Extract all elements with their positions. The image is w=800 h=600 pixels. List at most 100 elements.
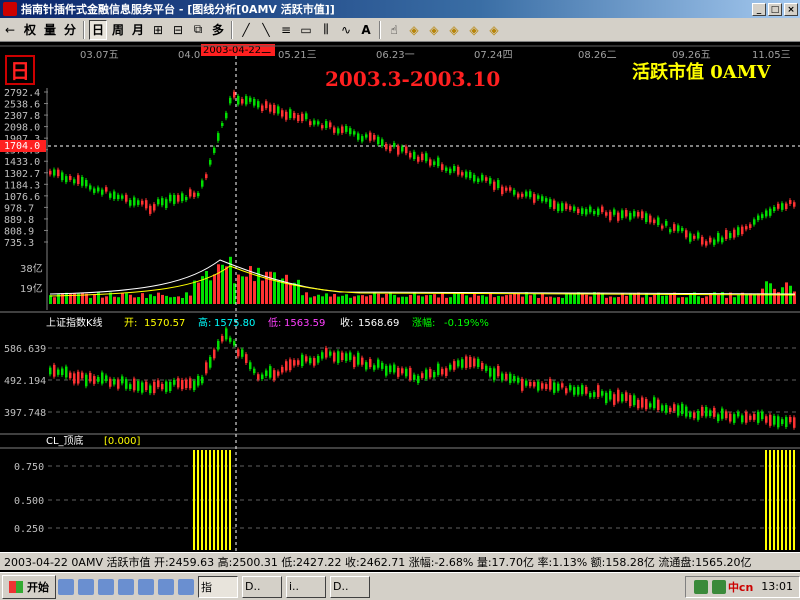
taskbar-item-3[interactable]: i.. [286,575,326,598]
ime-indicator[interactable]: 中cn [728,579,753,595]
index-candle [73,373,76,384]
tray-icon-2[interactable] [711,579,726,594]
split-window-icon[interactable]: ⊟ [169,20,187,40]
index-candle [289,359,292,371]
index-candle [473,358,476,367]
quicklaunch-icon-4[interactable] [118,578,134,595]
price-candle [89,185,92,190]
back-icon[interactable]: ← [1,20,19,40]
index-candle [185,379,188,389]
pointer-icon[interactable]: ☝ [385,20,403,40]
volume-bar [53,297,56,304]
rights-button[interactable]: 权 [21,20,39,40]
price-candle [121,195,124,199]
index-candle [393,364,396,373]
index-candle [113,379,116,385]
nav-icon-5[interactable]: ◈ [485,20,503,40]
line-tool-icon[interactable]: ╱ [237,20,255,40]
window-layout-icon[interactable]: ⊞ [149,20,167,40]
index-candle [673,404,676,411]
index-candle [161,383,164,390]
top-date-label: 06.23一 [376,50,415,61]
price-candle [249,97,252,102]
volume-bar [725,297,728,304]
parallel-tool-icon[interactable]: ≡ [277,20,295,40]
weekly-button[interactable]: 周 [109,20,127,40]
ray-tool-icon[interactable]: ╲ [257,20,275,40]
quicklaunch-icon-5[interactable] [138,578,154,595]
volume-button[interactable]: 量 [41,20,59,40]
maximize-button[interactable]: □ [768,2,782,16]
nav-icon-2[interactable]: ◈ [425,20,443,40]
close-button[interactable]: × [784,2,798,16]
daily-button[interactable]: 日 [89,19,108,40]
quicklaunch-icon-3[interactable] [98,578,114,595]
minute-button[interactable]: 分 [61,20,79,40]
volume-bar [189,295,192,304]
volume-bar [517,293,520,304]
wave-tool-icon[interactable]: ∿ [337,20,355,40]
price-candle [589,206,592,213]
quicklaunch-icon-6[interactable] [158,578,174,595]
volume-bar [177,296,180,304]
volume-bar [425,295,428,304]
index-candle [125,379,128,389]
volume-bar [357,295,360,304]
tray-icon-1[interactable] [693,579,708,594]
volume-bar [117,297,120,304]
index-candle [685,406,688,417]
indicator-name-label: 活跃市值 0AMV [632,61,772,83]
index-candle [485,365,488,371]
price-candle [505,187,508,191]
index-candle [77,371,80,384]
top-date-label: 11.05三 [752,50,791,61]
price-candle [449,168,452,174]
volume-bar [521,296,524,304]
nav-icon-1[interactable]: ◈ [405,20,423,40]
quicklaunch-icon-1[interactable] [58,578,74,595]
price-candle [453,166,456,172]
price-candle [661,225,664,229]
index-candle [297,360,300,365]
price-candle [69,175,72,180]
multi-window-icon[interactable]: ⧉ [189,20,207,40]
taskbar-item-2[interactable]: D.. [242,575,282,598]
index-candle [689,412,692,418]
quicklaunch-icon-7[interactable] [178,578,194,595]
cycle-tool-icon[interactable]: ⫼ [317,20,335,40]
taskbar-item-zhinan[interactable]: 指 [198,575,238,598]
index-candle [353,356,356,368]
price-candle [681,227,684,232]
price-candle [617,212,620,221]
volume-bar [101,297,104,304]
volume-bar [121,292,124,304]
nav-icon-3[interactable]: ◈ [445,20,463,40]
minimize-button[interactable]: _ [752,2,766,16]
price-candle [193,192,196,197]
multi-button[interactable]: 多 [209,20,227,40]
start-button[interactable]: 开始 [2,574,56,599]
index-candle [677,405,680,416]
volume-bar [225,266,228,304]
price-candle [417,156,420,162]
volume-bar [245,276,248,304]
index-candle [725,411,728,419]
nav-icon-4[interactable]: ◈ [465,20,483,40]
text-tool-icon[interactable]: A [357,20,375,40]
price-candle [713,239,716,245]
price-candle [397,145,400,155]
price-candle [577,208,580,214]
volume-bar [369,295,372,304]
taskbar-item-4[interactable]: D.. [330,575,370,598]
index-candle [457,360,460,367]
rectangle-tool-icon[interactable]: ▭ [297,20,315,40]
index-candle [329,351,332,356]
volume-bar [733,297,736,304]
taskbar: 开始 指 D.. i.. D.. 中cn 13:01 [0,572,800,600]
index-candle [509,373,512,383]
quicklaunch-icon-2[interactable] [78,578,94,595]
volume-bar [317,294,320,304]
chart-canvas[interactable]: 日 03.07五 04.0 05.21三 06.23一 07.24四 08.26二 09.26… [0,42,800,552]
monthly-button[interactable]: 月 [129,20,147,40]
index-candle [541,383,544,389]
